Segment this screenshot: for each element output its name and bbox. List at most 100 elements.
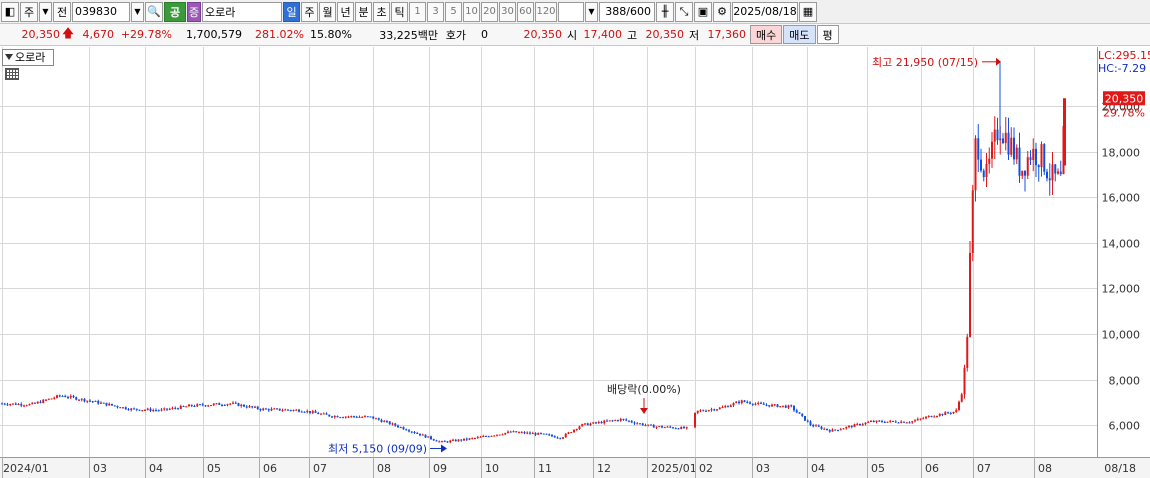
tab-second[interactable]: 초: [373, 1, 390, 22]
current-price: 20,350: [21, 28, 61, 41]
candle-body: [336, 416, 339, 418]
candle-body: [215, 403, 218, 405]
candle-body: [1054, 164, 1057, 174]
candle-body: [64, 395, 67, 398]
candle-body: [892, 420, 894, 422]
candle-body: [820, 426, 823, 429]
candle-body: [53, 397, 56, 399]
x-end-label: 08/18: [1104, 462, 1136, 475]
candle-body: [556, 437, 559, 439]
candle-body: [9, 404, 12, 406]
candle-body: [916, 418, 919, 421]
interval-10[interactable]: 10: [463, 1, 480, 22]
candle-body: [757, 402, 760, 404]
sell-button[interactable]: 매도: [783, 25, 816, 44]
tab-tick[interactable]: 틱: [391, 1, 408, 22]
draw-tool-icon[interactable]: ⤡: [675, 1, 693, 22]
candle-body: [366, 416, 369, 418]
candle-body: [922, 418, 925, 420]
candle-body: [872, 421, 875, 423]
candle-body: [298, 409, 300, 412]
candle-body: [17, 403, 20, 405]
market-select[interactable]: 주: [20, 1, 38, 22]
candle-body: [1015, 147, 1018, 160]
candle-body: [245, 406, 248, 408]
stock-name-field[interactable]: 오로라: [202, 1, 282, 22]
hoga-price: 20,350: [523, 28, 563, 41]
candle-body: [993, 129, 996, 142]
bar-count-field[interactable]: 388/600: [599, 1, 655, 22]
candle-body: [567, 432, 570, 434]
candle-body: [259, 409, 262, 411]
candle-body: [58, 395, 61, 397]
candle-body: [1057, 171, 1059, 174]
candle-body: [672, 427, 674, 429]
candle-body: [14, 403, 17, 405]
candle-body: [732, 403, 735, 406]
save-icon[interactable]: ▣: [694, 1, 712, 22]
candle-body: [421, 434, 424, 436]
search-icon[interactable]: 🔍: [145, 1, 163, 22]
candle-body: [430, 436, 432, 440]
candle-body: [980, 159, 982, 171]
interval-5[interactable]: 5: [445, 1, 462, 22]
table-icon[interactable]: [5, 68, 19, 80]
window-icon[interactable]: ◧: [1, 1, 19, 22]
candle-body: [611, 420, 614, 422]
candle-body: [996, 129, 999, 141]
tab-week[interactable]: 주: [301, 1, 318, 22]
candle-type-icon[interactable]: ╫: [656, 1, 674, 22]
candle-body: [490, 435, 493, 437]
gear-icon[interactable]: ⚙: [713, 1, 731, 22]
candle-body: [949, 412, 952, 414]
candle-body: [207, 405, 210, 407]
candle-body: [86, 400, 89, 402]
tab-day[interactable]: 일: [283, 1, 300, 22]
candle-body: [534, 433, 537, 435]
candle-body: [130, 408, 133, 411]
candle-body: [903, 421, 905, 423]
high-annotation: 최고 21,950 (07/15): [872, 56, 978, 69]
tab-year[interactable]: 년: [337, 1, 354, 22]
candle-body: [850, 425, 853, 428]
candle-body: [798, 412, 801, 414]
chevron-down-icon[interactable]: ▼: [131, 1, 144, 22]
candle-body: [685, 427, 688, 429]
chevron-down-icon[interactable]: ▼: [585, 1, 598, 22]
y-tick-label: 10,000: [1102, 329, 1141, 342]
buy-button[interactable]: 매수: [750, 25, 783, 44]
interval-60[interactable]: 60: [517, 1, 534, 22]
eval-button[interactable]: 평: [816, 25, 839, 44]
candle-body: [113, 405, 116, 407]
volume: 1,700,579: [186, 28, 242, 41]
candle-body: [666, 426, 669, 428]
tab-month[interactable]: 월: [319, 1, 336, 22]
gong-badge[interactable]: 공: [164, 1, 186, 22]
tab-minute[interactable]: 분: [355, 1, 372, 22]
calendar-icon[interactable]: ▦: [799, 1, 817, 22]
interval-3[interactable]: 3: [427, 1, 444, 22]
candle-body: [410, 431, 413, 433]
candle-body: [823, 428, 826, 430]
candle-body: [116, 405, 119, 408]
candle-body: [1010, 137, 1013, 155]
interval-input[interactable]: [558, 1, 584, 22]
candle-body: [1021, 170, 1024, 176]
chevron-down-icon[interactable]: ▼: [39, 1, 52, 22]
current-price-tag-label: 20,350: [1105, 92, 1144, 105]
interval-120[interactable]: 120: [535, 1, 557, 22]
candle-body: [883, 422, 886, 424]
interval-1[interactable]: 1: [409, 1, 426, 22]
interval-30[interactable]: 30: [499, 1, 516, 22]
candle-body: [20, 403, 23, 406]
interval-20[interactable]: 20: [481, 1, 498, 22]
low-annotation: 최저 5,150 (09/09): [328, 442, 427, 455]
price-chart[interactable]: 20,00018,00016,00014,00012,00010,0008,00…: [0, 47, 1150, 478]
series-legend[interactable]: 오로라: [2, 49, 54, 66]
period-toggle[interactable]: 전: [53, 1, 71, 22]
stock-code-input[interactable]: 039830: [72, 1, 130, 22]
candle-body: [927, 415, 930, 417]
candle-body: [782, 405, 784, 407]
date-field[interactable]: 2025/08/18: [732, 1, 798, 22]
candle-body: [496, 434, 498, 436]
